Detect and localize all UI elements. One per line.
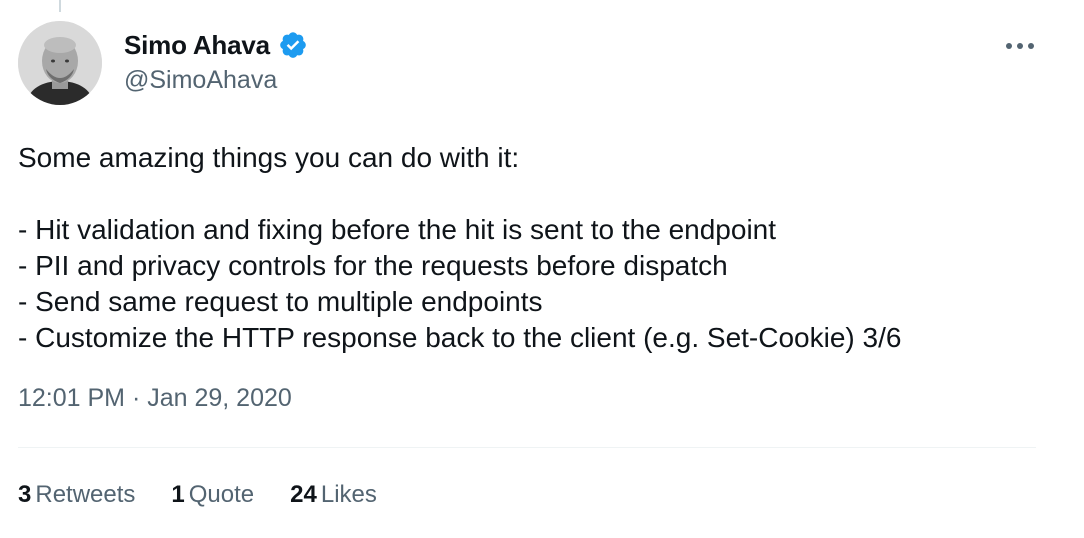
tweet-line: - Send same request to multiple endpoint… [18, 286, 543, 317]
author-display-name[interactable]: Simo Ahava [124, 30, 270, 61]
retweets-count: 3 [18, 481, 32, 508]
quotes-stat[interactable]: 1 Quote [171, 481, 254, 509]
avatar[interactable] [18, 21, 102, 105]
tweet-timestamp[interactable]: 12:01 PM · Jan 29, 2020 [18, 384, 292, 413]
tweet-line: - Customize the HTTP response back to th… [18, 322, 902, 353]
tweet-line: Some amazing things you can do with it: [18, 142, 520, 173]
author-name-row: Simo Ahava [124, 28, 308, 62]
tweet-text: Some amazing things you can do with it: … [18, 140, 1058, 356]
more-options-button[interactable] [1000, 30, 1040, 62]
quotes-label: Quote [188, 481, 255, 508]
avatar-photo-icon [18, 21, 102, 105]
tweet-line: - Hit validation and fixing before the h… [18, 214, 777, 245]
quotes-count: 1 [171, 481, 185, 508]
author-handle[interactable]: @SimoAhava [124, 66, 277, 95]
tweet-line: - PII and privacy controls for the reque… [18, 250, 728, 281]
likes-count: 24 [290, 481, 317, 508]
thread-connector-line [59, 0, 61, 12]
retweets-label: Retweets [35, 481, 136, 508]
engagement-stats: 3 Retweets 1 Quote 24 Likes [18, 478, 377, 512]
more-options-icon [1006, 43, 1034, 49]
likes-label: Likes [320, 481, 377, 508]
retweets-stat[interactable]: 3 Retweets [18, 481, 135, 509]
divider [18, 447, 1036, 448]
likes-stat[interactable]: 24 Likes [290, 481, 377, 509]
verified-badge-icon [278, 30, 308, 60]
